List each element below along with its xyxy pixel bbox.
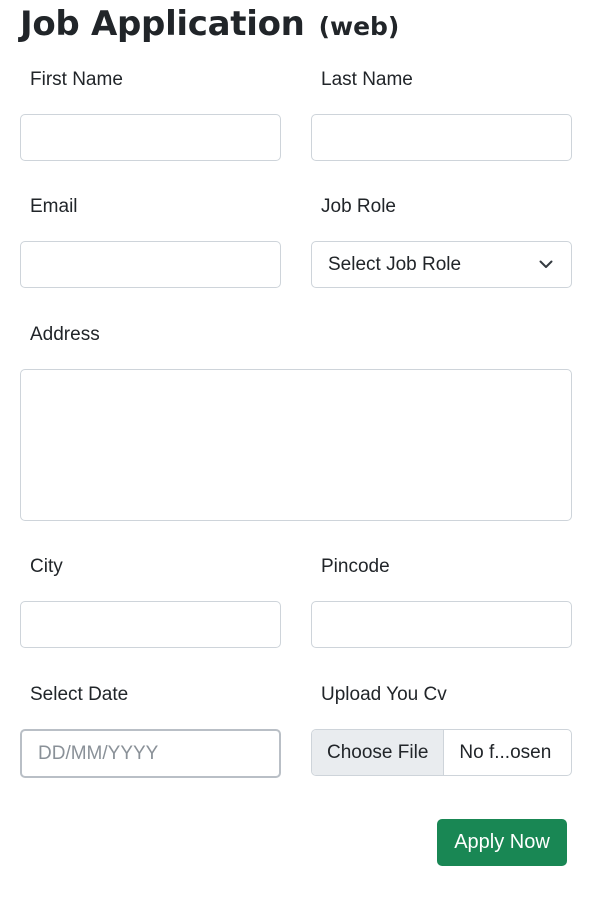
select-date-label: Select Date <box>30 684 129 705</box>
city-input[interactable] <box>20 601 281 648</box>
choose-file-button[interactable]: Choose File <box>312 730 445 775</box>
job-role-selected-value: Select Job Role <box>328 253 462 275</box>
apply-now-button[interactable]: Apply Now <box>437 819 567 866</box>
first-name-label: First Name <box>30 69 123 90</box>
last-name-label: Last Name <box>321 69 413 90</box>
page-title-subtitle: (web) <box>318 12 400 41</box>
cv-file-input[interactable]: Choose File No f...osen <box>311 729 572 776</box>
first-name-input[interactable] <box>20 114 281 161</box>
city-label: City <box>30 556 63 577</box>
pincode-input[interactable] <box>311 601 572 648</box>
last-name-input[interactable] <box>311 114 572 161</box>
page-title-main: Job Application <box>20 4 305 44</box>
page-title: Job Application (web) <box>20 4 399 44</box>
job-role-label: Job Role <box>321 196 396 217</box>
file-status-text: No f...osen <box>459 741 552 763</box>
email-input[interactable] <box>20 241 281 288</box>
pincode-label: Pincode <box>321 556 390 577</box>
upload-cv-label: Upload You Cv <box>321 684 447 705</box>
address-textarea[interactable] <box>20 369 572 521</box>
email-label: Email <box>30 196 78 217</box>
date-input[interactable] <box>20 729 281 778</box>
job-role-select[interactable]: Select Job Role <box>311 241 572 288</box>
chevron-down-icon <box>537 256 555 274</box>
address-label: Address <box>30 324 100 345</box>
